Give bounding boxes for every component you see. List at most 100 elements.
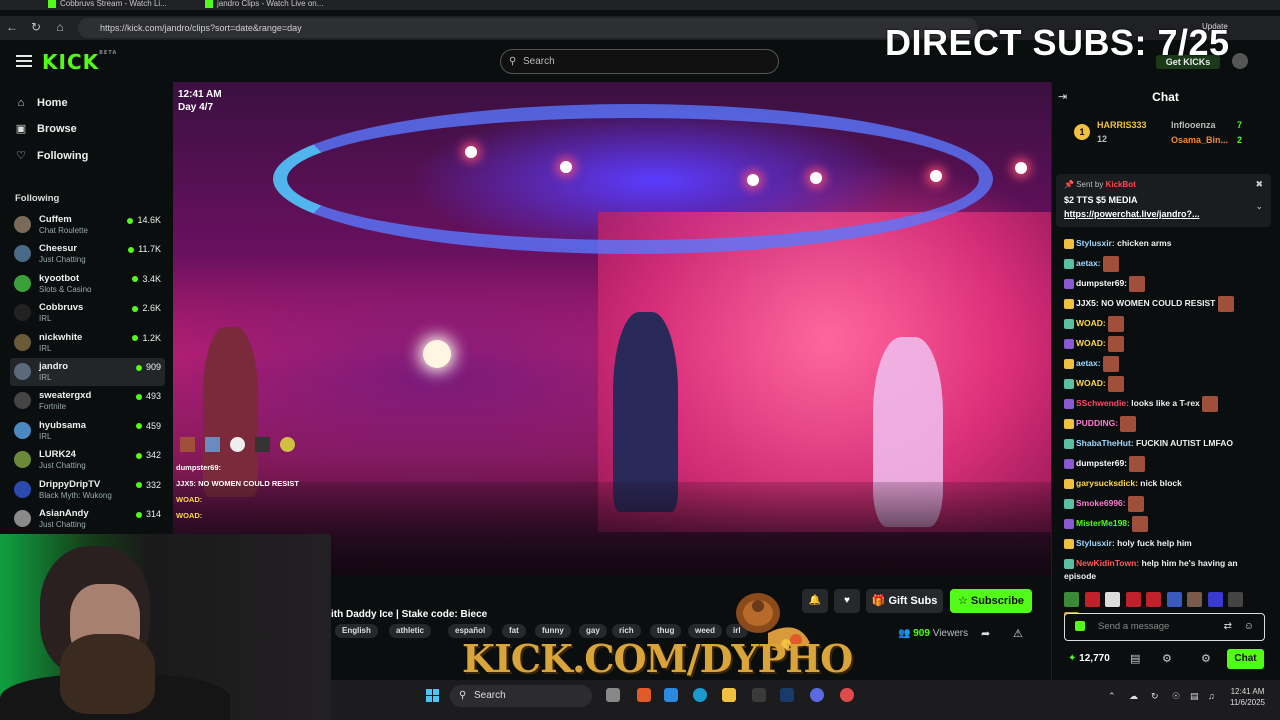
sidebar-channel-cheesur[interactable]: Cheesur Just Chatting 11.7K — [10, 240, 165, 268]
emote-icon[interactable] — [1064, 592, 1079, 607]
browser-tab-active[interactable]: jandro Clips - Watch Live on... — [205, 0, 335, 10]
chat-username[interactable]: WOAD: — [1076, 338, 1106, 348]
app-icon[interactable] — [752, 688, 766, 702]
sidebar-channel-hyubsama[interactable]: hyubsama IRL 459 — [10, 417, 165, 445]
chat-username[interactable]: Stylusxir: — [1076, 238, 1115, 248]
chat-message[interactable]: ShabaTheHut: FUCKIN AUTIST LMFAO — [1064, 433, 1270, 453]
emote-icon[interactable] — [1125, 592, 1141, 607]
emote-icon[interactable] — [1166, 592, 1182, 607]
chat-username[interactable]: aetax: — [1076, 358, 1101, 368]
chat-message[interactable]: aetax: — [1064, 353, 1270, 373]
home-browser-icon[interactable]: ⌂ — [52, 19, 68, 35]
windows-start-icon[interactable] — [426, 689, 440, 703]
sidebar-channel-cuffem[interactable]: Cuffem Chat Roulette 14.6K — [10, 211, 165, 239]
sidebar-channel-sweatergxd[interactable]: sweatergxd Fortnite 493 — [10, 387, 165, 415]
settings-icon[interactable]: ⚙ — [1162, 652, 1172, 665]
chat-message[interactable]: PUDDING: — [1064, 413, 1270, 433]
nav-browse[interactable]: ▣ Browse — [14, 122, 77, 136]
chat-username[interactable]: Stylusxir: — [1076, 538, 1115, 548]
unpin-icon[interactable]: ✖ — [1255, 179, 1263, 190]
chat-message[interactable]: JJX5: NO WOMEN COULD RESIST — [1064, 293, 1270, 313]
nav-home[interactable]: ⌂ Home — [14, 96, 68, 110]
chat-message[interactable]: WOAD: — [1064, 333, 1270, 353]
edge-icon[interactable] — [693, 688, 707, 702]
kicks-balance[interactable]: ✦ 12,770 — [1068, 653, 1110, 664]
browser-tab[interactable]: Cobbruvs Stream - Watch Li... — [48, 0, 178, 10]
address-bar[interactable]: https://kick.com/jandro/clips?sort=date&… — [78, 18, 978, 38]
emote-icon[interactable] — [1146, 592, 1161, 607]
emoji-icon[interactable]: ☺ — [1244, 614, 1254, 640]
chat-input[interactable]: Send a message ⇄ ☺ — [1064, 613, 1265, 641]
chat-username[interactable]: dumpster69: — [1076, 458, 1127, 468]
chat-username[interactable]: ShabaTheHut: — [1076, 438, 1134, 448]
menu-icon[interactable] — [16, 53, 32, 69]
sidebar-channel-jandro[interactable]: jandro IRL 909 — [10, 358, 165, 386]
sidebar-channel-asianandy[interactable]: AsianAndy Just Chatting 314 — [10, 505, 165, 533]
chat-message[interactable]: Stylusxir: chicken arms — [1064, 233, 1270, 253]
sidebar-channel-cobbruvs[interactable]: Cobbruvs IRL 2.6K — [10, 299, 165, 327]
stream-tag[interactable]: English — [335, 624, 378, 638]
app-icon[interactable] — [637, 688, 651, 702]
chat-message[interactable]: Stylusxir: holy fuck help him — [1064, 533, 1270, 553]
translate-icon[interactable]: ⇄ — [1224, 614, 1232, 640]
chat-username[interactable]: garysucksdick: — [1076, 478, 1138, 488]
emote-icon[interactable] — [1084, 592, 1100, 607]
sidebar-channel-drippydriptv[interactable]: DrippyDripTV Black Myth: Wukong 332 — [10, 476, 165, 504]
steam-icon[interactable] — [780, 688, 794, 702]
emote-icon[interactable] — [1228, 592, 1243, 607]
subscribe-button[interactable]: ☆ Subscribe — [950, 589, 1032, 613]
chat-message[interactable]: garysucksdick: nick block — [1064, 473, 1270, 493]
network-icon[interactable]: ▤ — [1190, 691, 1199, 702]
chat-username[interactable]: JJX5: — [1076, 298, 1099, 308]
chrome-icon[interactable] — [840, 688, 854, 702]
chat-username[interactable]: MisterMe198: — [1076, 518, 1130, 528]
emote-icon[interactable] — [1105, 592, 1120, 607]
chat-username[interactable]: PUDDING: — [1076, 418, 1118, 428]
emote-icon[interactable] — [1207, 592, 1223, 607]
emote-picker-icon[interactable] — [1075, 621, 1085, 631]
cloud-icon[interactable]: ☁ — [1129, 691, 1138, 702]
chat-message[interactable]: SSchwendie: looks like a T-rex — [1064, 393, 1270, 413]
nav-following[interactable]: ♡ Following — [14, 149, 88, 163]
sidebar-channel-nickwhite[interactable]: nickwhite IRL 1.2K — [10, 329, 165, 357]
chat-username[interactable]: SSchwendie: — [1076, 398, 1129, 408]
discord-icon[interactable] — [810, 688, 824, 702]
send-chat-button[interactable]: Chat — [1227, 649, 1264, 669]
chat-message[interactable]: Smoke6996: — [1064, 493, 1270, 513]
chat-username[interactable]: dumpster69: — [1076, 278, 1127, 288]
app-icon[interactable] — [664, 688, 678, 702]
emote-icon[interactable] — [1187, 592, 1202, 607]
kick-logo[interactable]: KICKBETA — [42, 50, 117, 74]
pinned-message[interactable]: 📌 Sent by KickBot $2 TTS $5 MEDIA https:… — [1056, 174, 1271, 227]
pinned-link[interactable]: https://powerchat.live/jandro?... — [1064, 209, 1200, 219]
report-icon[interactable]: ⚠ — [1013, 627, 1023, 640]
taskbar-clock[interactable]: 12:41 AM 11/6/2025 — [1230, 686, 1265, 708]
sidebar-channel-kyootbot[interactable]: kyootbot Slots & Casino 3.4K — [10, 270, 165, 298]
store-icon[interactable]: ▤ — [1130, 652, 1140, 665]
mic-icon[interactable]: ☉ — [1172, 691, 1180, 702]
chat-message[interactable]: WOAD: — [1064, 313, 1270, 333]
chat-message[interactable]: aetax: — [1064, 253, 1270, 273]
tray-chevron-icon[interactable]: ⌃ — [1108, 691, 1116, 702]
file-explorer-icon[interactable] — [722, 688, 736, 702]
sidebar-channel-lurk24[interactable]: LURK24 Just Chatting 342 — [10, 446, 165, 474]
reload-icon[interactable]: ↻ — [28, 19, 44, 35]
back-icon[interactable]: ← — [4, 19, 20, 35]
chat-message[interactable]: WOAD: — [1064, 373, 1270, 393]
chat-message[interactable]: MisterMe198: — [1064, 513, 1270, 533]
gear-icon[interactable]: ⚙ — [1201, 652, 1211, 665]
chat-username[interactable]: WOAD: — [1076, 378, 1106, 388]
gift-subs-button[interactable]: 🎁 Gift Subs — [866, 589, 943, 613]
follow-button[interactable]: ♥ — [834, 589, 860, 613]
taskbar-search[interactable]: ⚲ Search — [450, 685, 592, 707]
search-input[interactable]: ⚲ Search — [500, 49, 779, 74]
chat-message[interactable]: dumpster69: — [1064, 273, 1270, 293]
volume-icon[interactable]: ♫ — [1208, 691, 1215, 701]
task-view-icon[interactable] — [606, 688, 620, 702]
chat-username[interactable]: aetax: — [1076, 258, 1101, 268]
chat-message[interactable]: dumpster69: — [1064, 453, 1270, 473]
user-avatar[interactable] — [1232, 53, 1248, 69]
chat-username[interactable]: Smoke6996: — [1076, 498, 1126, 508]
chat-username[interactable]: WOAD: — [1076, 318, 1106, 328]
chevron-down-icon[interactable]: ⌄ — [1255, 201, 1263, 212]
